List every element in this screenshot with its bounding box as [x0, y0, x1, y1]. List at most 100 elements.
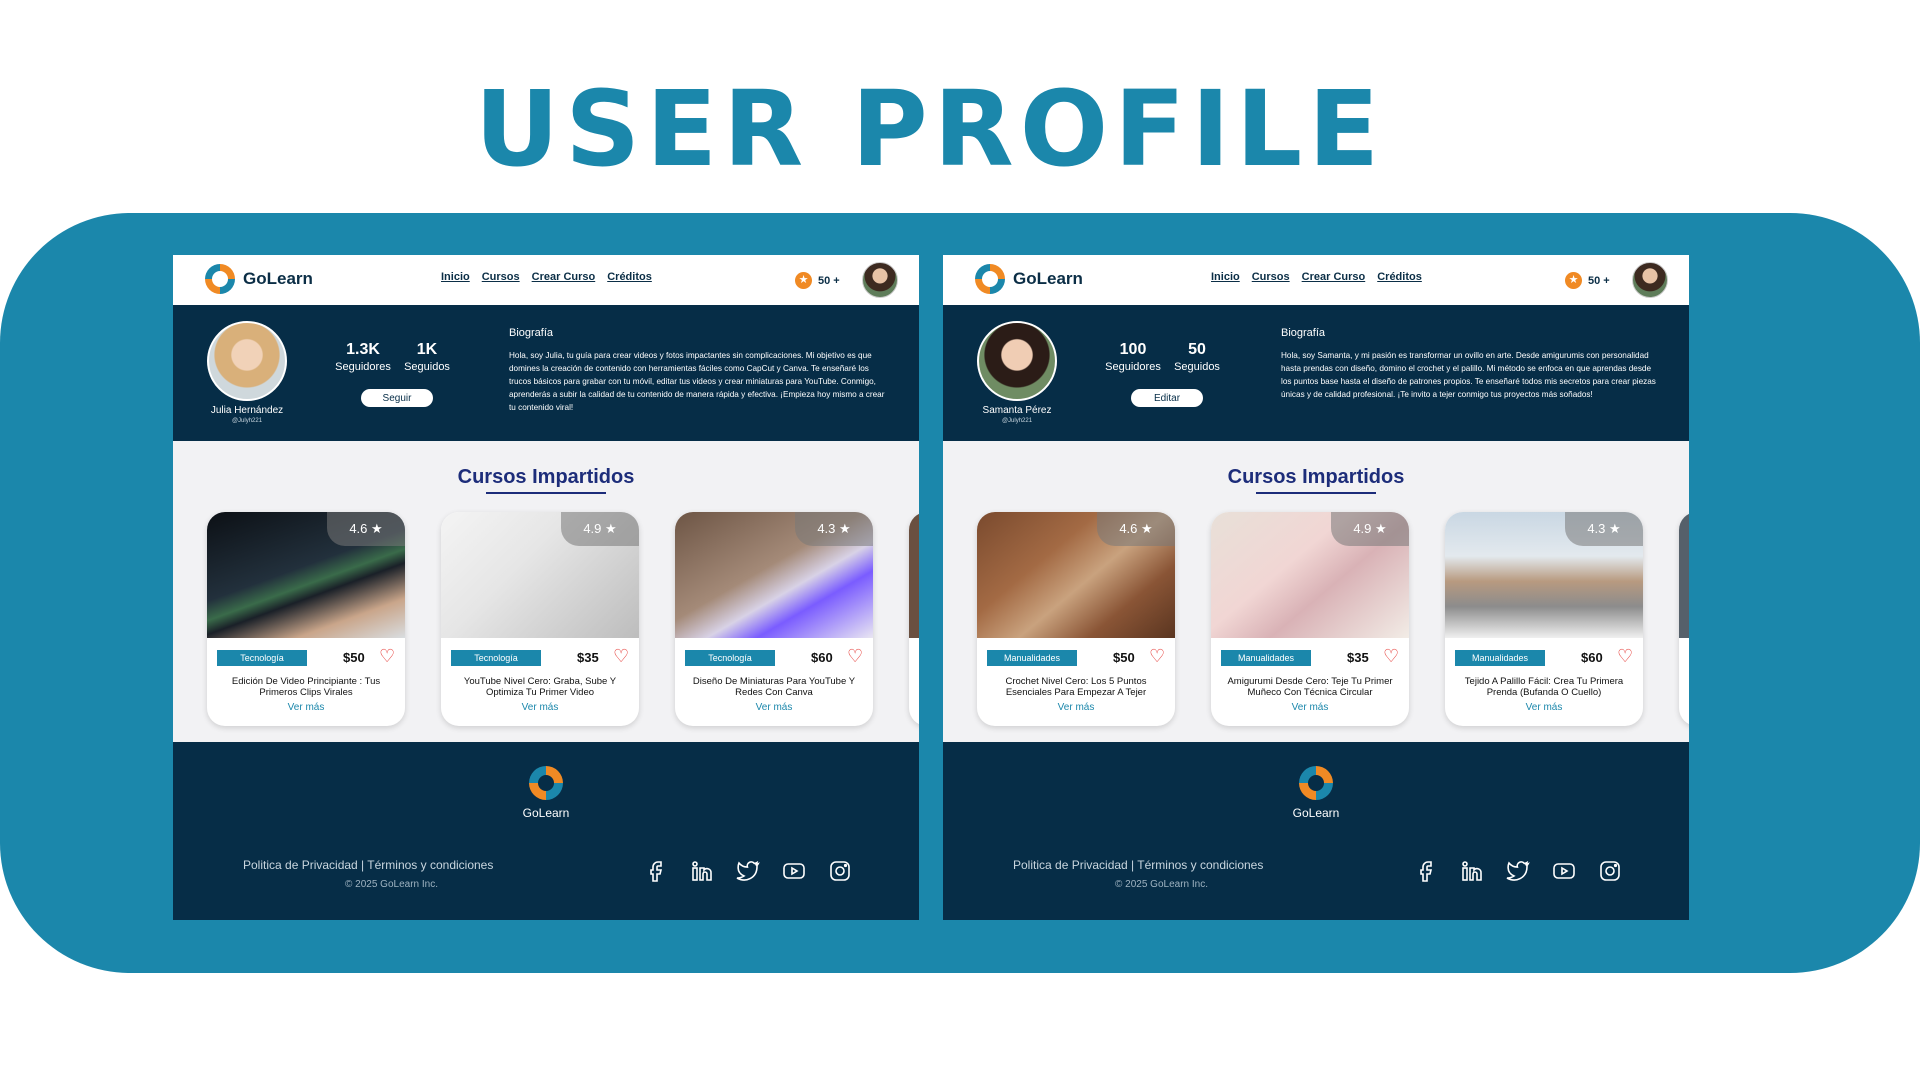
- star-icon: ★: [1565, 272, 1582, 289]
- nav-creditos[interactable]: Créditos: [607, 271, 652, 283]
- nav-links: Inicio Cursos Crear Curso Créditos: [1211, 271, 1422, 283]
- footer-brand: GoLearn: [522, 806, 570, 820]
- followers-label: Seguidores: [335, 361, 391, 373]
- golearn-logo-icon: [1299, 766, 1333, 800]
- brand-name: GoLearn: [243, 269, 313, 288]
- footer: GoLearn Politica de Privacidad | Término…: [943, 742, 1689, 920]
- nav-cursos[interactable]: Cursos: [482, 271, 520, 283]
- course-thumbnail: [909, 512, 919, 638]
- golearn-logo-icon: [205, 264, 235, 294]
- course-rating: 4.6 ★: [1097, 512, 1175, 546]
- course-price: $35: [577, 650, 599, 665]
- instagram-icon[interactable]: [827, 858, 853, 884]
- linkedin-icon[interactable]: [689, 858, 715, 884]
- course-card-peek[interactable]: [909, 512, 919, 726]
- course-card[interactable]: 4.6 ★ Tecnología $50 ♡ Edición De Video …: [207, 512, 405, 726]
- facebook-icon[interactable]: [1413, 858, 1439, 884]
- course-card[interactable]: 4.9 ★ Tecnología $35 ♡ YouTube Nivel Cer…: [441, 512, 639, 726]
- top-nav: GoLearn Inicio Cursos Crear Curso Crédit…: [173, 255, 919, 305]
- heart-icon[interactable]: ♡: [847, 646, 863, 667]
- youtube-icon[interactable]: [781, 858, 807, 884]
- followers-count: 1.3K: [346, 341, 380, 358]
- followers-stat: 100 Seguidores: [1101, 341, 1165, 373]
- nav-crear-curso[interactable]: Crear Curso: [1302, 271, 1366, 283]
- heart-icon[interactable]: ♡: [379, 646, 395, 667]
- course-title: Diseño De Miniaturas Para YouTube Y Rede…: [692, 676, 856, 698]
- heart-icon[interactable]: ♡: [613, 646, 629, 667]
- course-card[interactable]: 4.9 ★ Manualidades $35 ♡ Amigurumi Desde…: [1211, 512, 1409, 726]
- course-price: $60: [811, 650, 833, 665]
- course-price: $60: [1581, 650, 1603, 665]
- profile-handle: @Julyh221: [1001, 418, 1033, 424]
- course-category: Tecnología: [685, 650, 775, 666]
- linkedin-icon[interactable]: [1459, 858, 1485, 884]
- profile-header: Samanta Pérez @Julyh221 100 Seguidores 5…: [943, 305, 1689, 441]
- following-label: Seguidos: [404, 361, 450, 373]
- nav-cursos[interactable]: Cursos: [1252, 271, 1290, 283]
- page-title: USER PROFILE: [474, 68, 1386, 190]
- nav-links: Inicio Cursos Crear Curso Créditos: [441, 271, 652, 283]
- course-card[interactable]: 4.6 ★ Manualidades $50 ♡ Crochet Nivel C…: [977, 512, 1175, 726]
- star-icon: ★: [1375, 521, 1387, 536]
- footer-copyright: © 2025 GoLearn Inc.: [1115, 879, 1208, 890]
- course-rating: 4.9 ★: [561, 512, 639, 546]
- course-rating: 4.3 ★: [795, 512, 873, 546]
- social-links: [643, 858, 853, 884]
- heart-icon[interactable]: ♡: [1383, 646, 1399, 667]
- twitter-icon[interactable]: [735, 858, 761, 884]
- nav-crear-curso[interactable]: Crear Curso: [532, 271, 596, 283]
- follow-button[interactable]: Seguir: [361, 389, 433, 407]
- youtube-icon[interactable]: [1551, 858, 1577, 884]
- star-icon: ★: [605, 521, 617, 536]
- heart-icon[interactable]: ♡: [1617, 646, 1633, 667]
- course-thumbnail: [1679, 512, 1689, 638]
- profile-mockup-samanta: GoLearn Inicio Cursos Crear Curso Crédit…: [943, 255, 1689, 920]
- course-card-peek[interactable]: [1679, 512, 1689, 726]
- profile-name: Julia Hernández: [210, 405, 284, 416]
- facebook-icon[interactable]: [643, 858, 669, 884]
- brand-logo[interactable]: GoLearn: [975, 264, 1083, 294]
- heart-icon[interactable]: ♡: [1149, 646, 1165, 667]
- nav-avatar[interactable]: [1632, 262, 1668, 298]
- course-category: Tecnología: [217, 650, 307, 666]
- instagram-icon[interactable]: [1597, 858, 1623, 884]
- credits-indicator[interactable]: ★ 50 +: [795, 272, 840, 289]
- profile-name: Samanta Pérez: [982, 405, 1052, 416]
- star-icon: ★: [839, 521, 851, 536]
- brand-logo[interactable]: GoLearn: [205, 264, 313, 294]
- course-category: Manualidades: [1455, 650, 1545, 666]
- courses-title: Cursos Impartidos: [457, 466, 635, 488]
- footer-legal-links[interactable]: Politica de Privacidad | Términos y cond…: [243, 858, 493, 872]
- credit-count: 50 +: [1588, 274, 1610, 287]
- course-card[interactable]: 4.3 ★ Tecnología $60 ♡ Diseño De Miniatu…: [675, 512, 873, 726]
- nav-avatar[interactable]: [862, 262, 898, 298]
- profile-mockup-julia: GoLearn Inicio Cursos Crear Curso Crédit…: [173, 255, 919, 920]
- see-more-link[interactable]: Ver más: [1445, 702, 1643, 713]
- bio-text: Hola, soy Samanta, y mi pasión es transf…: [1281, 351, 1656, 399]
- see-more-link[interactable]: Ver más: [675, 702, 873, 713]
- course-title: YouTube Nivel Cero: Graba, Sube Y Optimi…: [463, 676, 617, 698]
- profile-avatar: [977, 321, 1057, 401]
- twitter-icon[interactable]: [1505, 858, 1531, 884]
- see-more-link[interactable]: Ver más: [207, 702, 405, 713]
- profile-avatar: [207, 321, 287, 401]
- footer-legal-links[interactable]: Politica de Privacidad | Términos y cond…: [1013, 858, 1263, 872]
- see-more-link[interactable]: Ver más: [977, 702, 1175, 713]
- star-icon: ★: [1609, 521, 1621, 536]
- nav-creditos[interactable]: Créditos: [1377, 271, 1422, 283]
- see-more-link[interactable]: Ver más: [1211, 702, 1409, 713]
- see-more-link[interactable]: Ver más: [441, 702, 639, 713]
- course-category: Manualidades: [987, 650, 1077, 666]
- course-title: Edición De Video Principiante : Tus Prim…: [231, 676, 381, 698]
- course-rating: 4.6 ★: [327, 512, 405, 546]
- footer-copyright: © 2025 GoLearn Inc.: [345, 879, 438, 890]
- credits-indicator[interactable]: ★ 50 +: [1565, 272, 1610, 289]
- profile-handle: @Julyh221: [231, 418, 263, 424]
- edit-profile-button[interactable]: Editar: [1131, 389, 1203, 407]
- course-rating: 4.9 ★: [1331, 512, 1409, 546]
- star-icon: ★: [795, 272, 812, 289]
- nav-inicio[interactable]: Inicio: [441, 271, 470, 283]
- nav-inicio[interactable]: Inicio: [1211, 271, 1240, 283]
- golearn-logo-icon: [529, 766, 563, 800]
- course-card[interactable]: 4.3 ★ Manualidades $60 ♡ Tejido A Palill…: [1445, 512, 1643, 726]
